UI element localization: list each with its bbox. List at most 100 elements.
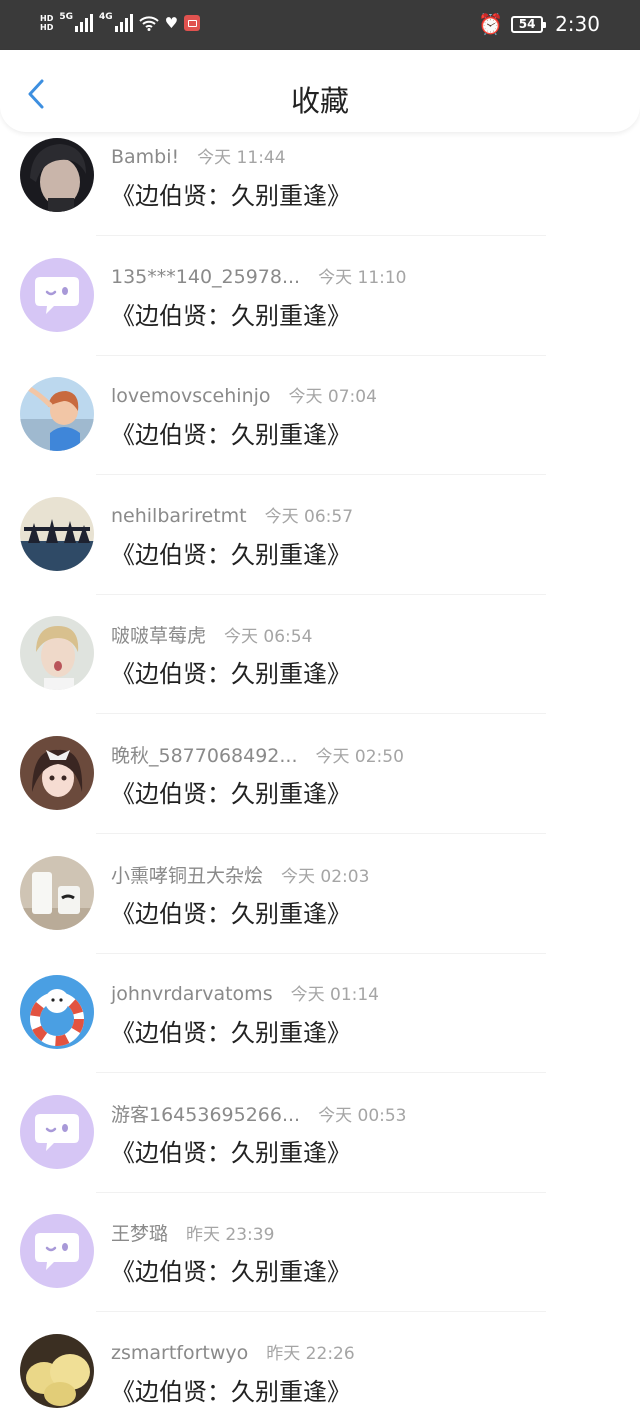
avatar[interactable] <box>20 975 94 1050</box>
avatar[interactable] <box>20 616 94 691</box>
list-item[interactable]: lovemovscehinjo 今天 07:04 《边伯贤：久别重逢》 <box>0 371 640 491</box>
clock-time: 2:30 <box>555 12 600 36</box>
item-meta: lovemovscehinjo 今天 07:04 <box>111 382 377 407</box>
avatar[interactable] <box>20 496 94 571</box>
item-time: 今天 01:14 <box>290 985 379 1006</box>
avatar[interactable] <box>20 1094 94 1169</box>
status-bar: HD HD 5G 4G ♥ ⏰ 54 2:30 <box>0 0 640 50</box>
avatar[interactable] <box>20 735 94 810</box>
item-meta: 啵啵草莓虎 今天 06:54 <box>111 621 312 648</box>
page-title: 收藏 <box>290 84 349 118</box>
avatar[interactable] <box>20 257 94 332</box>
chat-bubble-icon <box>35 276 79 314</box>
list-item[interactable]: 晚秋_5877068492... 今天 02:50 《边伯贤：久别重逢》 <box>0 730 640 850</box>
item-title[interactable]: 《边伯贤：久别重逢》 <box>111 894 351 929</box>
user-name[interactable]: 小熏哮铜丑大杂烩 <box>111 861 263 888</box>
avatar[interactable] <box>20 138 94 212</box>
divider <box>96 593 546 595</box>
divider <box>96 952 546 954</box>
item-time: 今天 06:54 <box>224 627 313 648</box>
signal-icon-2 <box>114 14 133 32</box>
item-time: 今天 06:57 <box>264 506 354 527</box>
divider <box>96 832 546 834</box>
avatar-photo <box>20 377 94 452</box>
list-item[interactable]: 小熏哮铜丑大杂烩 今天 02:03 《边伯贤：久别重逢》 <box>0 850 640 970</box>
item-title[interactable]: 《边伯贤：久别重逢》 <box>111 1133 351 1168</box>
item-title[interactable]: 《边伯贤：久别重逢》 <box>111 176 351 211</box>
avatar-photo <box>20 975 94 1050</box>
wifi-icon <box>138 16 159 31</box>
item-title[interactable]: 《边伯贤：久别重逢》 <box>111 535 351 570</box>
list-item[interactable]: zsmartfortwyo 昨天 22:26 《边伯贤：久别重逢》 <box>0 1328 640 1422</box>
favorites-list: Bambi! 今天 11:44 《边伯贤：久别重逢》 135***140_259… <box>0 132 640 1422</box>
list-item[interactable]: 游客16453695266... 今天 00:53 《边伯贤：久别重逢》 <box>0 1089 640 1209</box>
list-item[interactable]: johnvrdarvatoms 今天 01:14 《边伯贤：久别重逢》 <box>0 969 640 1089</box>
divider <box>96 1191 546 1193</box>
item-title[interactable]: 《边伯贤：久别重逢》 <box>111 1252 351 1287</box>
avatar-photo <box>20 616 94 691</box>
divider <box>96 1072 546 1074</box>
divider <box>96 474 546 476</box>
item-meta: Bambi! 今天 11:44 <box>111 143 286 168</box>
divider <box>96 1311 546 1313</box>
avatar[interactable] <box>20 1214 94 1289</box>
header-bar: 收藏 <box>0 50 640 132</box>
item-time: 今天 07:04 <box>288 387 377 408</box>
signal-icon <box>75 14 93 32</box>
item-title[interactable]: 《边伯贤：久别重逢》 <box>111 654 351 689</box>
list-item[interactable]: nehilbariretmt 今天 06:57 《边伯贤：久别重逢》 <box>0 491 640 611</box>
divider <box>96 713 546 715</box>
item-time: 今天 11:44 <box>197 148 286 168</box>
item-title[interactable]: 《边伯贤：久别重逢》 <box>111 774 351 809</box>
network-5g-label: 5G <box>59 12 73 22</box>
alarm-icon: ⏰ <box>478 12 504 36</box>
avatar-photo <box>20 1333 94 1408</box>
item-title[interactable]: 《边伯贤：久别重逢》 <box>111 1013 351 1048</box>
divider <box>96 235 546 236</box>
item-title[interactable]: 《边伯贤：久别重逢》 <box>111 415 351 450</box>
hd-badge-top: HD <box>40 14 54 23</box>
user-name[interactable]: 晚秋_5877068492... <box>111 741 298 768</box>
avatar[interactable] <box>20 1333 94 1408</box>
avatar[interactable] <box>20 855 94 930</box>
item-time: 今天 11:10 <box>318 267 407 288</box>
item-time: 今天 00:53 <box>318 1105 407 1126</box>
item-meta: 135***140_25978... 今天 11:10 <box>111 263 407 288</box>
user-name[interactable]: 135***140_25978... <box>111 266 300 288</box>
user-name[interactable]: lovemovscehinjo <box>111 385 271 407</box>
list-item[interactable]: 啵啵草莓虎 今天 06:54 《边伯贤：久别重逢》 <box>0 610 640 730</box>
item-time: 昨天 23:39 <box>186 1225 275 1246</box>
user-name[interactable]: 啵啵草莓虎 <box>111 621 206 648</box>
item-title[interactable]: 《边伯贤：久别重逢》 <box>111 296 351 331</box>
list-item[interactable]: Bambi! 今天 11:44 《边伯贤：久别重逢》 <box>0 132 640 252</box>
user-name[interactable]: johnvrdarvatoms <box>111 983 273 1005</box>
item-meta: johnvrdarvatoms 今天 01:14 <box>111 980 379 1005</box>
list-item[interactable]: 王梦璐 昨天 23:39 《边伯贤：久别重逢》 <box>0 1208 640 1328</box>
user-name[interactable]: Bambi! <box>111 146 179 168</box>
user-name[interactable]: nehilbariretmt <box>111 505 247 527</box>
avatar-photo <box>20 855 94 930</box>
heart-icon: ♥ <box>164 14 179 32</box>
status-bar-right: ⏰ 54 2:30 <box>478 12 600 36</box>
item-meta: 小熏哮铜丑大杂烩 今天 02:03 <box>111 861 369 888</box>
avatar-photo <box>20 496 94 571</box>
item-title[interactable]: 《边伯贤：久别重逢》 <box>111 1372 351 1407</box>
network-4g-label: 4G <box>99 12 113 22</box>
hd-badge-bottom: HD <box>40 23 54 32</box>
user-name[interactable]: zsmartfortwyo <box>111 1342 248 1364</box>
user-name[interactable]: 王梦璐 <box>111 1219 168 1246</box>
chat-bubble-icon <box>35 1113 79 1151</box>
item-time: 今天 02:03 <box>281 866 370 887</box>
avatar-photo <box>20 735 94 810</box>
status-bar-left: HD HD 5G 4G ♥ <box>40 12 201 32</box>
item-meta: 晚秋_5877068492... 今天 02:50 <box>111 741 404 768</box>
book-icon <box>184 15 201 31</box>
battery-icon: 54 <box>511 15 547 33</box>
item-meta: nehilbariretmt 今天 06:57 <box>111 502 353 527</box>
item-time: 昨天 22:26 <box>266 1343 355 1364</box>
user-name[interactable]: 游客16453695266... <box>111 1100 300 1127</box>
item-time: 今天 02:50 <box>315 746 404 767</box>
list-item[interactable]: 135***140_25978... 今天 11:10 《边伯贤：久别重逢》 <box>0 252 640 372</box>
item-meta: 王梦璐 昨天 23:39 <box>111 1219 274 1246</box>
avatar[interactable] <box>20 377 94 452</box>
